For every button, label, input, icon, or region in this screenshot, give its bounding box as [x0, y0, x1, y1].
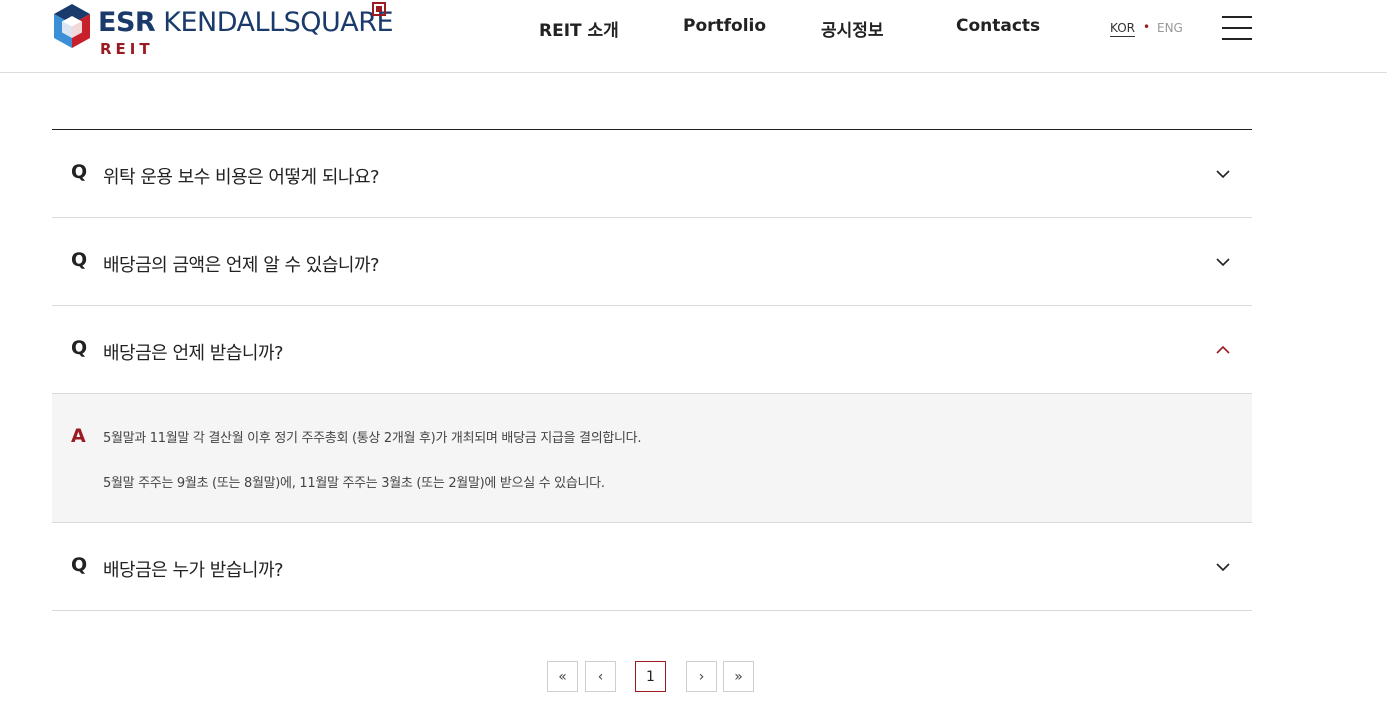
question-mark-label: Q — [71, 337, 88, 359]
logo-cube-icon — [54, 4, 90, 48]
faq-question-row[interactable]: Q 배당금은 언제 받습니까? — [52, 306, 1252, 393]
question-mark-label: Q — [71, 161, 88, 183]
lang-kor-link[interactable]: KOR — [1110, 21, 1135, 37]
faq-list: Q 위탁 운용 보수 비용은 어떻게 되나요? Q 배당금의 금액은 언제 알 … — [52, 129, 1252, 611]
faq-question-row[interactable]: Q 위탁 운용 보수 비용은 어떻게 되나요? — [52, 130, 1252, 217]
faq-item: Q 배당금은 누가 받습니까? — [52, 523, 1252, 611]
chevron-down-icon[interactable] — [1216, 255, 1230, 269]
chevron-up-icon[interactable] — [1216, 343, 1230, 357]
faq-answer-text: 5월말 주주는 9월초 (또는 8월말)에, 11월말 주주는 3월초 (또는 … — [103, 476, 605, 491]
faq-question-row[interactable]: Q 배당금의 금액은 언제 알 수 있습니까? — [52, 218, 1252, 305]
nav-reit-intro[interactable]: REIT 소개 — [539, 16, 619, 41]
faq-question-text: 배당금의 금액은 언제 알 수 있습니까? — [103, 255, 380, 276]
nav-contacts[interactable]: Contacts — [956, 16, 1040, 36]
faq-answer-panel: A 5월말과 11월말 각 결산월 이후 정기 주주총회 (통상 2개월 후)가… — [52, 393, 1252, 522]
nav-portfolio[interactable]: Portfolio — [683, 16, 766, 36]
pagination-prev-button[interactable]: ‹ — [585, 661, 616, 692]
faq-question-row[interactable]: Q 배당금은 누가 받습니까? — [52, 523, 1252, 610]
faq-question-text: 배당금은 언제 받습니까? — [103, 343, 284, 364]
pagination-last-button[interactable]: » — [723, 661, 754, 692]
logo-square-mark-icon — [372, 2, 386, 16]
site-logo[interactable]: ESR KENDALLSQUARE REIT — [52, 2, 394, 58]
answer-mark-label: A — [71, 425, 86, 447]
faq-item: Q 배당금의 금액은 언제 알 수 있습니까? — [52, 218, 1252, 306]
faq-question-text: 위탁 운용 보수 비용은 어떻게 되나요? — [103, 167, 380, 188]
faq-item-expanded: Q 배당금은 언제 받습니까? A 5월말과 11월말 각 결산월 이후 정기 … — [52, 306, 1252, 523]
chevron-down-icon[interactable] — [1216, 560, 1230, 574]
hamburger-menu-icon[interactable] — [1222, 16, 1252, 40]
lang-eng-link[interactable]: ENG — [1157, 21, 1183, 35]
chevron-down-icon[interactable] — [1216, 167, 1230, 181]
pagination-page-current[interactable]: 1 — [635, 661, 666, 692]
pagination-first-button[interactable]: « — [547, 661, 578, 692]
faq-answer-text: 5월말과 11월말 각 결산월 이후 정기 주주총회 (통상 2개월 후)가 개… — [103, 431, 642, 446]
question-mark-label: Q — [71, 249, 88, 271]
pagination-next-button[interactable]: › — [686, 661, 717, 692]
logo-sub: REIT — [100, 40, 154, 58]
faq-item: Q 위탁 운용 보수 비용은 어떻게 되나요? — [52, 130, 1252, 218]
faq-question-text: 배당금은 누가 받습니까? — [103, 560, 284, 581]
lang-separator: • — [1143, 20, 1151, 34]
logo-wordmark: ESR KENDALLSQUARE — [98, 7, 394, 38]
site-header: ESR KENDALLSQUARE REIT REIT 소개 Portfolio… — [0, 0, 1387, 73]
question-mark-label: Q — [71, 554, 88, 576]
nav-disclosure[interactable]: 공시정보 — [821, 16, 884, 41]
